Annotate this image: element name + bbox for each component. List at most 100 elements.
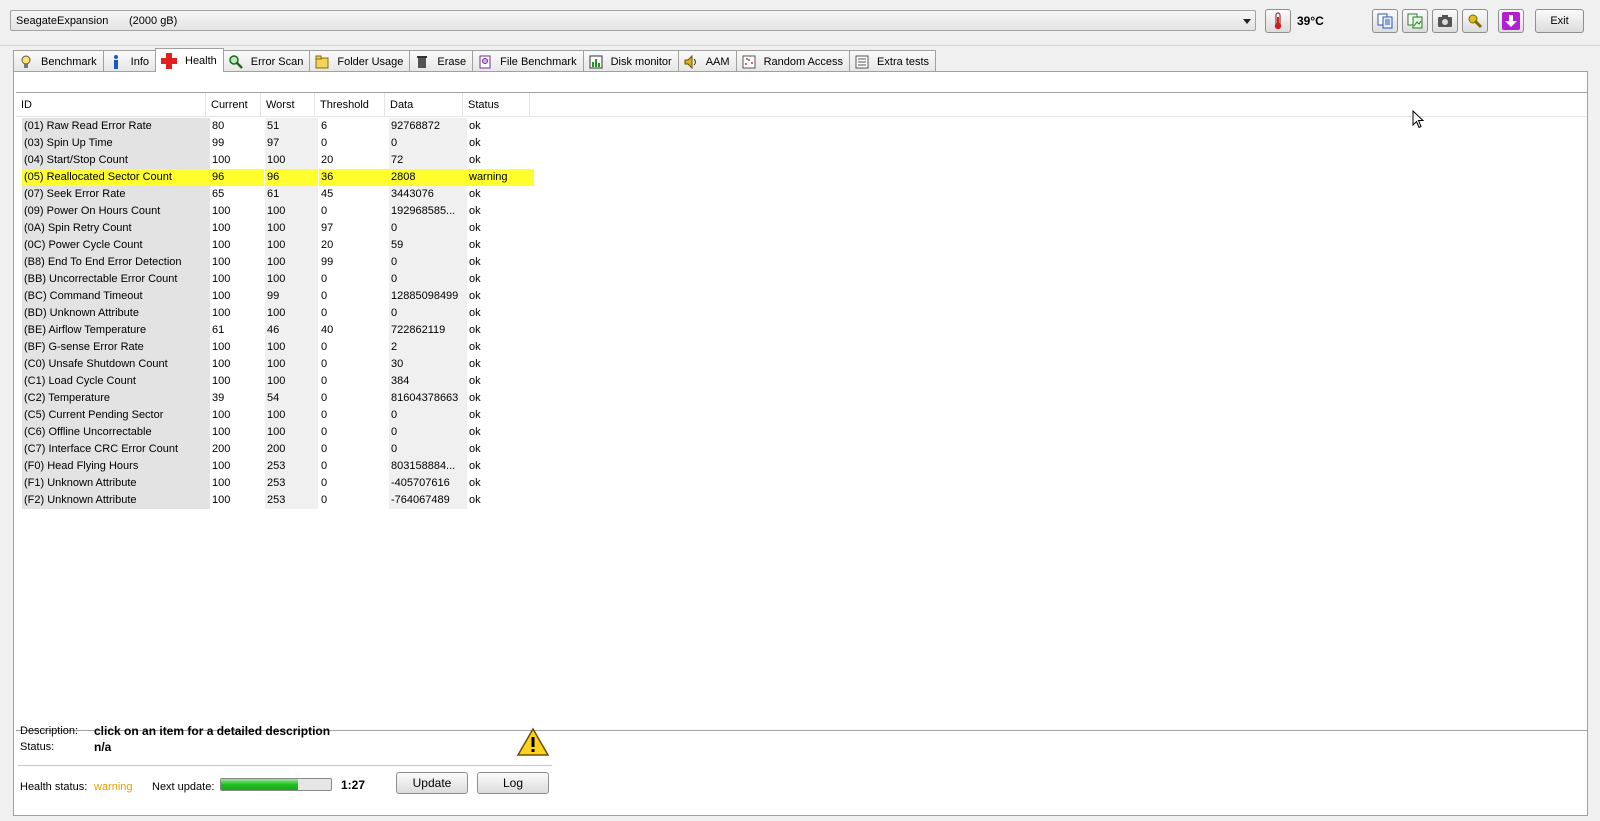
table-row[interactable]: (03) Spin Up Time 99 97 0 0 ok: [22, 135, 534, 152]
tab-aam[interactable]: AAM: [677, 50, 737, 72]
table-row[interactable]: (C1) Load Cycle Count 100 100 0 384 ok: [22, 373, 534, 390]
drive-name: SeagateExpansion: [16, 15, 109, 27]
cell-worst: 253: [265, 492, 318, 509]
cell-current: 100: [212, 426, 231, 438]
table-row[interactable]: (0A) Spin Retry Count 100 100 97 0 ok: [22, 220, 534, 237]
update-button[interactable]: Update: [396, 772, 468, 794]
cell-data: 30: [389, 356, 467, 373]
cell-status: ok: [469, 392, 481, 404]
cell-worst: 99: [265, 288, 318, 305]
table-row[interactable]: (C2) Temperature 39 54 0 81604378663 ok: [22, 390, 534, 407]
cell-data: 92768872: [389, 118, 467, 135]
cell-worst: 100: [265, 254, 318, 271]
cell-data: 0: [389, 407, 467, 424]
tab-extra-tests[interactable]: Extra tests: [849, 50, 937, 72]
tab-health[interactable]: Health: [155, 48, 224, 72]
col-header-status[interactable]: Status: [463, 93, 530, 117]
tab-erase[interactable]: Erase: [409, 50, 474, 72]
cell-status: warning: [467, 169, 534, 186]
col-header-data[interactable]: Data: [385, 93, 463, 117]
chevron-down-icon: [1243, 19, 1251, 24]
cell-current: 100: [212, 273, 231, 285]
smart-table[interactable]: ID Current Worst Threshold Data Status (…: [16, 92, 1587, 731]
cell-status: ok: [469, 137, 481, 149]
thermometer-button[interactable]: [1265, 9, 1291, 33]
copy-text-button[interactable]: [1372, 9, 1398, 33]
col-header-worst[interactable]: Worst: [261, 93, 315, 117]
table-row[interactable]: (BC) Command Timeout 100 99 0 12885098499 ok: [22, 288, 534, 305]
table-row[interactable]: (BB) Uncorrectable Error Count 100 100 0 0 ok: [22, 271, 534, 288]
cell-current: 100: [212, 494, 231, 506]
camera-icon: [1438, 15, 1452, 27]
cell-status: ok: [469, 375, 481, 387]
trash-icon: [417, 55, 428, 68]
cell-data: 803158884...: [389, 458, 467, 475]
cell-worst: 100: [265, 220, 318, 237]
table-row[interactable]: (C7) Interface CRC Error Count 200 200 0 0 ok: [22, 441, 534, 458]
tab-benchmark[interactable]: Benchmark: [13, 50, 104, 72]
cell-threshold: 6: [321, 120, 328, 132]
table-row[interactable]: (BE) Airflow Temperature 61 46 40 722862119 o…: [22, 322, 534, 339]
cell-worst: 100: [265, 203, 318, 220]
col-header-threshold[interactable]: Threshold: [315, 93, 385, 117]
cell-worst: 51: [265, 118, 318, 135]
magnifier-icon: [229, 54, 243, 69]
table-row[interactable]: (05) Reallocated Sector Count 96 96 36 2808 w…: [22, 169, 534, 186]
cell-status: ok: [469, 324, 481, 336]
table-row[interactable]: (C6) Offline Uncorrectable 100 100 0 0 ok: [22, 424, 534, 441]
cell-current: 100: [212, 239, 231, 251]
description-label: Description:: [20, 725, 79, 737]
cell-id: (0A) Spin Retry Count: [22, 220, 210, 237]
table-row[interactable]: (01) Raw Read Error Rate 80 51 6 92768872 ok: [22, 118, 534, 135]
table-row[interactable]: (F0) Head Flying Hours 100 253 0 803158884..…: [22, 458, 534, 475]
log-button[interactable]: Log: [477, 772, 549, 794]
cell-worst: 253: [265, 458, 318, 475]
tab-random-access[interactable]: Random Access: [735, 50, 851, 72]
table-row[interactable]: (0C) Power Cycle Count 100 100 20 59 ok: [22, 237, 534, 254]
cell-current: 100: [212, 290, 231, 302]
status-label: Status:: [20, 741, 55, 753]
col-header-id[interactable]: ID: [16, 93, 206, 117]
tab-info[interactable]: Info: [102, 50, 156, 72]
screenshot-button[interactable]: [1432, 9, 1458, 33]
table-row[interactable]: (09) Power On Hours Count 100 100 0 19296858…: [22, 203, 534, 220]
copy-image-button[interactable]: [1402, 9, 1428, 33]
tab-error-scan[interactable]: Error Scan: [222, 50, 311, 72]
cell-id: (C0) Unsafe Shutdown Count: [22, 356, 210, 373]
table-row[interactable]: (F2) Unknown Attribute 100 253 0 -764067489 o…: [22, 492, 534, 509]
health-status-label: Health status:: [20, 781, 88, 793]
table-row[interactable]: (07) Seek Error Rate 65 61 45 3443076 ok: [22, 186, 534, 203]
download-button[interactable]: [1498, 9, 1524, 33]
cell-data: 72: [389, 152, 467, 169]
cell-threshold: 20: [321, 154, 334, 166]
table-row[interactable]: (C5) Current Pending Sector 100 100 0 0 ok: [22, 407, 534, 424]
cell-data: 0: [389, 424, 467, 441]
table-row[interactable]: (04) Start/Stop Count 100 100 20 72 ok: [22, 152, 534, 169]
cell-status: ok: [469, 222, 481, 234]
cell-threshold: 0: [321, 477, 328, 489]
drive-select[interactable]: SeagateExpansion (2000 gB): [10, 10, 1256, 31]
cell-status: ok: [469, 409, 481, 421]
cell-current: 100: [212, 205, 231, 217]
cell-id: (09) Power On Hours Count: [22, 203, 210, 220]
table-row[interactable]: (BD) Unknown Attribute 100 100 0 0 ok: [22, 305, 534, 322]
cell-data: 0: [389, 305, 467, 322]
table-row[interactable]: (F1) Unknown Attribute 100 253 0 -405707616 o…: [22, 475, 534, 492]
cell-id: (BC) Command Timeout: [22, 288, 210, 305]
tab-file-benchmark[interactable]: File Benchmark: [472, 50, 584, 72]
cell-id: (BE) Airflow Temperature: [22, 322, 210, 339]
cell-current: 100: [212, 222, 231, 234]
options-button[interactable]: [1462, 9, 1488, 33]
cell-current: 100: [212, 375, 231, 387]
cell-worst: 100: [265, 305, 318, 322]
col-header-current[interactable]: Current: [206, 93, 261, 117]
table-row[interactable]: (BF) G-sense Error Rate 100 100 0 2 ok: [22, 339, 534, 356]
exit-button[interactable]: Exit: [1535, 9, 1584, 33]
cell-worst: 100: [265, 339, 318, 356]
table-row[interactable]: (C0) Unsafe Shutdown Count 100 100 0 30 ok: [22, 356, 534, 373]
tab-folder-usage[interactable]: Folder Usage: [309, 50, 411, 72]
tab-disk-monitor[interactable]: Disk monitor: [582, 50, 679, 72]
cell-current: 65: [212, 188, 225, 200]
cell-id: (BB) Uncorrectable Error Count: [22, 271, 210, 288]
table-row[interactable]: (B8) End To End Error Detection 100 100 99 0…: [22, 254, 534, 271]
